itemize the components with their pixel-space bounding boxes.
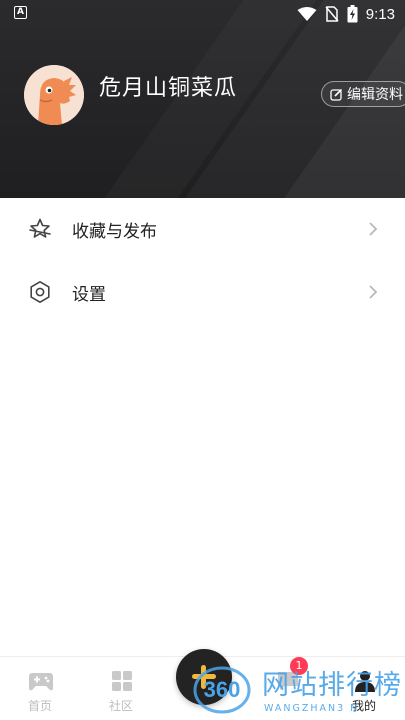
orange-dinosaur-avatar	[24, 65, 84, 125]
app-a-icon: A	[14, 6, 27, 19]
nav-item-home[interactable]: 首页	[5, 657, 75, 720]
status-bar: A 9:13	[0, 0, 405, 28]
gamepad-icon	[29, 673, 53, 691]
chevron-right-icon	[369, 222, 378, 236]
menu-item-label: 设置	[72, 284, 106, 305]
username: 危月山铜菜瓜	[99, 76, 238, 101]
menu-item-settings[interactable]: 设置	[0, 261, 405, 323]
chevron-right-icon	[369, 285, 378, 299]
watermark-logo: 360	[193, 666, 251, 714]
clock: 9:13	[365, 5, 395, 23]
menu-item-collections[interactable]: 收藏与发布	[0, 198, 405, 260]
watermark-title: 网站排行榜	[262, 670, 402, 701]
nav-item-community[interactable]: 社区	[86, 657, 156, 720]
menu-item-label: 收藏与发布	[72, 221, 157, 242]
edit-icon	[330, 88, 343, 101]
edit-profile-label: 编辑资料	[347, 87, 403, 103]
nav-label: 社区	[108, 699, 133, 713]
watermark-subtitle: WANGZHAN3 N	[264, 703, 360, 714]
no-sim-icon	[325, 6, 339, 22]
battery-charging-icon	[347, 5, 358, 23]
wifi-icon	[297, 7, 317, 21]
edit-profile-button[interactable]: 编辑资料	[321, 81, 405, 107]
star-collection-icon	[29, 218, 51, 238]
avatar[interactable]	[24, 65, 84, 125]
gear-icon	[30, 281, 50, 303]
nav-label: 首页	[27, 699, 52, 713]
grid-icon	[112, 671, 132, 691]
watermark-logo-text: 360	[204, 677, 241, 702]
profile-header: A 9:13 危月山铜菜瓜 编辑资料	[0, 0, 405, 198]
